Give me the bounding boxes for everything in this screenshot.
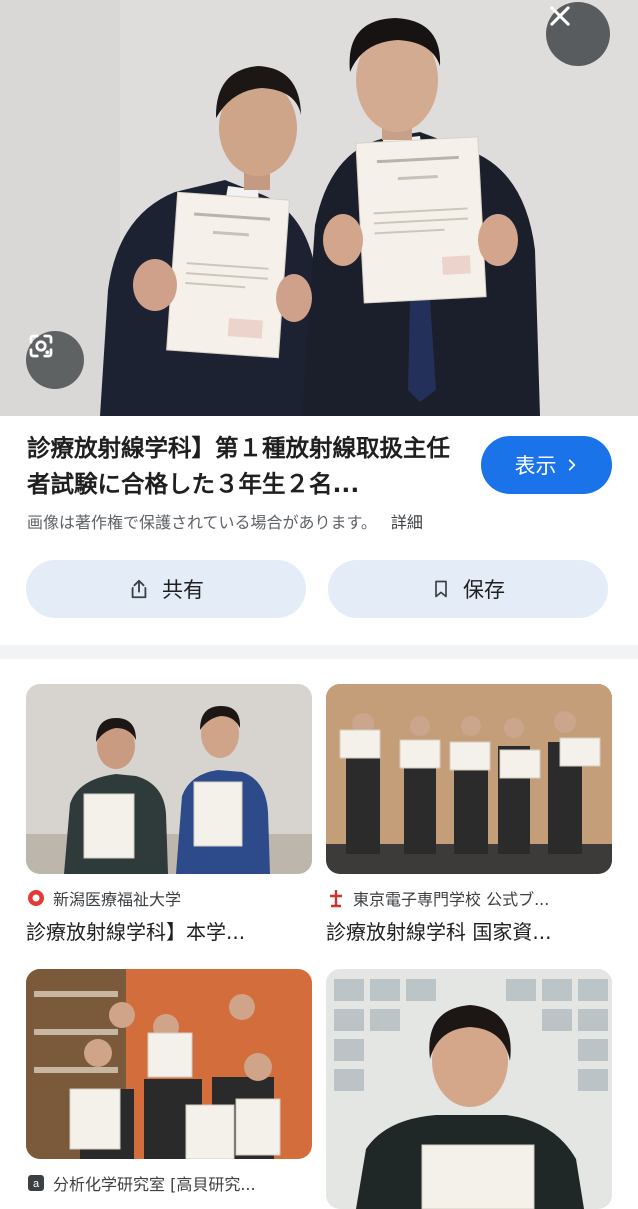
photo-student-certificate (326, 969, 612, 1209)
related-image[interactable] (326, 684, 612, 874)
copyright-notice: 画像は著作権で保護されている場合があります。 詳細 (27, 509, 423, 533)
save-label: 保存 (463, 578, 505, 602)
photo-two-students (26, 684, 312, 874)
share-label: 共有 (162, 578, 204, 602)
university-logo-icon (26, 888, 46, 908)
visit-button-label: 表示 (514, 454, 557, 478)
section-divider (0, 645, 638, 659)
close-icon (550, 6, 570, 26)
related-source: 東京電子専門学校 公式ブ... (326, 886, 612, 910)
related-card[interactable] (326, 969, 612, 1209)
bookmark-icon (435, 580, 447, 598)
related-card[interactable]: 新潟医療福祉大学 診療放射線学科】本学... (26, 684, 312, 945)
google-lens-button[interactable] (26, 331, 84, 389)
related-title[interactable]: 診療放射線学科】本学... (26, 916, 312, 945)
related-source: a 分析化学研究室 [高貝研究... (26, 1171, 312, 1195)
result-title[interactable]: 診療放射線学科】第１種放射線取扱主任者試験に合格した３年生２名... (27, 430, 457, 502)
related-image[interactable] (326, 969, 612, 1209)
school-logo-icon (326, 888, 346, 908)
related-source: 新潟医療福祉大学 (26, 886, 312, 910)
chevron-right-icon (568, 459, 575, 471)
related-source-name: 分析化学研究室 [高貝研究... (53, 1175, 256, 1194)
visit-button[interactable]: 表示 (481, 436, 612, 494)
svg-text:a: a (33, 1178, 40, 1190)
related-title[interactable]: 診療放射線学科 国家資... (326, 916, 612, 945)
main-result-image[interactable] (0, 0, 638, 416)
related-card[interactable]: 東京電子専門学校 公式ブ... 診療放射線学科 国家資... (326, 684, 612, 945)
related-image[interactable] (26, 969, 312, 1159)
share-button[interactable]: 共有 (26, 560, 306, 618)
photo-group-office (26, 969, 312, 1159)
save-button[interactable]: 保存 (328, 560, 608, 618)
lab-logo-icon: a (26, 1173, 46, 1193)
copyright-notice-text: 画像は著作権で保護されている場合があります。 (27, 513, 377, 532)
google-lens-icon (29, 334, 53, 358)
related-source-name: 新潟医療福祉大学 (53, 890, 182, 909)
close-button[interactable] (546, 2, 610, 66)
photo-five-students (326, 684, 612, 874)
related-image[interactable] (26, 684, 312, 874)
photo-two-students-certificates (0, 0, 638, 416)
details-link[interactable]: 詳細 (391, 513, 423, 532)
related-source-name: 東京電子専門学校 公式ブ... (353, 890, 550, 909)
related-card[interactable]: a 分析化学研究室 [高貝研究... (26, 969, 312, 1195)
share-icon (131, 579, 147, 599)
